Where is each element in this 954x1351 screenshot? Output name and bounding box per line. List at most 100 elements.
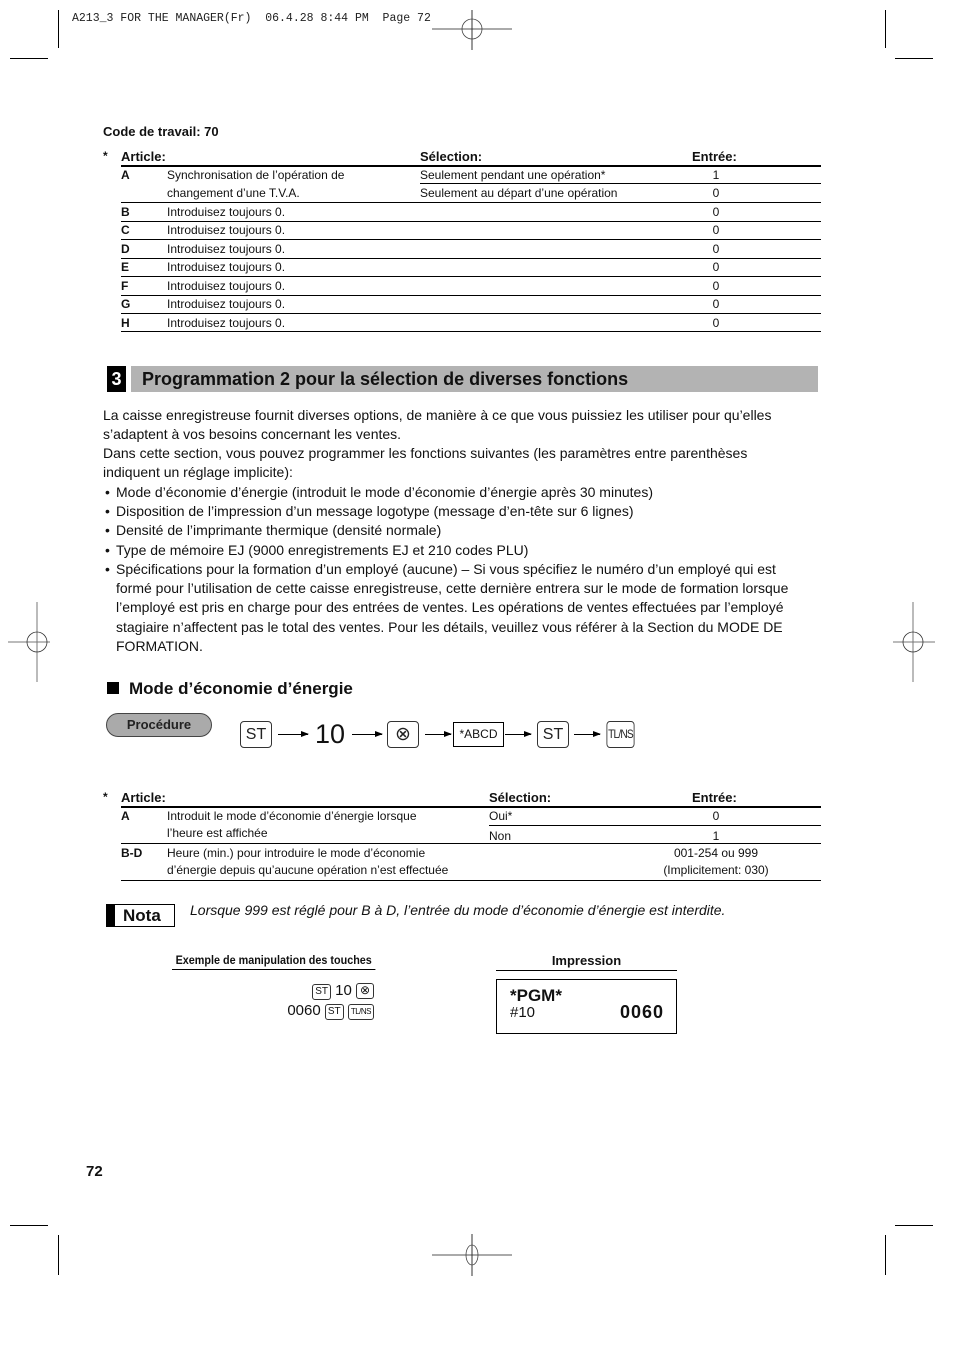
crop-mark (58, 1235, 59, 1275)
row-desc: Introduisez toujours 0. (167, 260, 286, 274)
row-desc: Introduisez toujours 0. (167, 297, 286, 311)
header-article: Article: (121, 149, 166, 164)
bullet-text: Mode d’économie d’énergie (introduit le … (116, 484, 653, 500)
bullet-text: Disposition de l’impression d’un message… (116, 503, 634, 519)
example-line-1: ST 10 ⊗ (312, 982, 374, 1000)
table-rule (121, 202, 821, 203)
row-entry: 1 (712, 829, 720, 843)
table-rule (121, 806, 821, 808)
bullet-text-line: FORMATION. (116, 638, 203, 654)
row-label: B (121, 205, 130, 219)
st-key-icon: ST (240, 721, 272, 748)
row-entry: 0 (712, 186, 720, 200)
arrow-icon (574, 731, 601, 737)
registration-mark-icon (432, 10, 512, 50)
bullet-text-line: Spécifications pour la formation d’un em… (116, 561, 776, 577)
example-number: 0060 (287, 1002, 321, 1019)
row-label: A (121, 809, 130, 823)
header-article: Article: (121, 790, 166, 805)
row-desc: changement d’une T.V.A. (167, 186, 300, 200)
row-selection: Non (489, 829, 512, 843)
note-bar (107, 905, 115, 926)
row-desc: Introduisez toujours 0. (167, 242, 286, 256)
printout-heading: Impression (496, 953, 677, 971)
row-label: F (121, 279, 129, 293)
subsection-title: Mode d’économie d’énergie (129, 679, 353, 698)
selection-rule (420, 183, 821, 184)
printout-value: 0060 (619, 1002, 664, 1022)
crop-mark (885, 1235, 886, 1275)
crop-mark (895, 1225, 933, 1226)
intro-line: La caisse enregistreuse fournit diverses… (103, 407, 772, 423)
row-entry: 0 (712, 205, 720, 219)
table-rule (121, 165, 821, 167)
table-rule (121, 239, 821, 240)
row-entry: 1 (712, 168, 720, 182)
crop-mark (10, 58, 48, 59)
crop-mark (885, 10, 886, 48)
row-desc: l’heure est affichée (167, 826, 268, 840)
bullet-text: Type de mémoire EJ (9000 enregistrements… (116, 542, 529, 558)
row-entry: 001-254 ou 999 (673, 846, 759, 860)
crop-mark (58, 10, 59, 48)
table-rule (121, 276, 821, 277)
row-label: H (121, 316, 130, 330)
table-rule (121, 313, 821, 314)
tlns-key-icon: TL/NS (347, 1004, 374, 1020)
bullet-text-line: stagiaire n’affectent pas le total des v… (116, 619, 783, 635)
row-desc: Introduit le mode d’économie d’énergie l… (167, 809, 417, 823)
bullet-icon: • (105, 561, 110, 577)
arrow-icon (352, 731, 383, 737)
row-desc: Introduisez toujours 0. (167, 205, 286, 219)
table-rule (121, 843, 821, 844)
multiply-key-icon: ⊗ (356, 983, 374, 999)
st-key-icon: ST (312, 984, 331, 1000)
row-entry: 0 (712, 279, 720, 293)
tlns-key-icon: TL/NS (606, 721, 635, 748)
note-text: Lorsque 999 est réglé pour B à D, l’entr… (190, 902, 726, 918)
row-selection: Seulement pendant une opération* (420, 168, 606, 182)
table-rule (121, 331, 821, 332)
row-desc: Heure (min.) pour introduire le mode d’é… (167, 846, 426, 860)
note-badge: Nota (106, 904, 175, 927)
example-line-2: 0060 ST TL/NS (287, 1002, 374, 1020)
row-label: G (121, 297, 131, 311)
row-label: A (121, 168, 130, 182)
example-heading: Exemple de manipulation des touches (172, 953, 376, 970)
print-slug: A213_3 FOR THE MANAGER(Fr) 06.4.28 8:44 … (72, 12, 431, 25)
asterisk: * (103, 790, 108, 804)
intro-line: indiquent un réglage implicite): (103, 464, 293, 480)
row-selection: Oui* (489, 809, 513, 823)
row-entry: 0 (712, 242, 720, 256)
row-desc: Introduisez toujours 0. (167, 279, 286, 293)
example-number: 10 (335, 982, 352, 999)
arrow-icon (278, 731, 309, 737)
bullet-icon: • (105, 503, 110, 519)
row-selection: Seulement au départ d’une opération (420, 186, 618, 200)
printout-code: #10 (510, 1004, 536, 1021)
row-desc: Synchronisation de l’opération de (167, 168, 345, 182)
table-rule (121, 221, 821, 222)
row-label: E (121, 260, 130, 274)
page-number: 72 (86, 1163, 103, 1180)
bullet-text-line: l’employé est pris en charge pour des en… (116, 599, 784, 615)
row-desc: Introduisez toujours 0. (167, 316, 286, 330)
multiply-key-icon: ⊗ (387, 721, 419, 748)
selection-rule (489, 825, 821, 826)
asterisk: * (103, 149, 108, 163)
header-entry: Entrée: (692, 790, 737, 805)
intro-line: Dans cette section, vous pouvez programm… (103, 445, 748, 461)
header-entry: Entrée: (692, 149, 737, 164)
row-entry: 0 (712, 809, 720, 823)
printout-receipt: *PGM* #10 0060 (496, 979, 677, 1034)
crop-mark (895, 58, 933, 59)
procedure-label: Procédure (106, 713, 212, 737)
registration-mark-icon (432, 1234, 512, 1276)
table-rule (121, 295, 821, 296)
row-desc: Introduisez toujours 0. (167, 223, 286, 237)
bullet-icon: • (105, 542, 110, 558)
printout-title: *PGM* (510, 986, 562, 1005)
row-label: D (121, 242, 130, 256)
row-label: B-D (121, 846, 143, 860)
row-entry: 0 (712, 297, 720, 311)
